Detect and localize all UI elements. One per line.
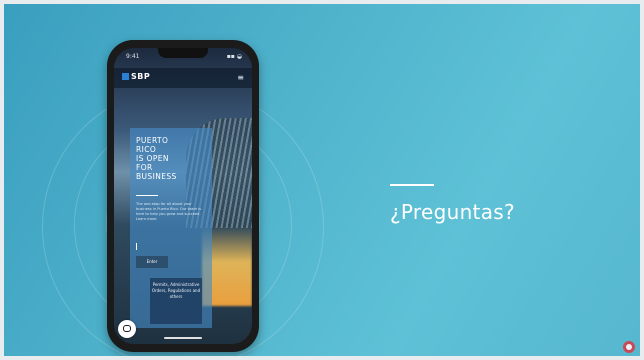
hero-description: The one-stop for all about your business…: [136, 202, 201, 221]
enter-button[interactable]: Enter: [136, 256, 168, 268]
hero-headline: PUERTO RICO IS OPEN FOR BUSINESS: [136, 136, 177, 181]
chat-bubble-icon[interactable]: [118, 320, 136, 338]
home-indicator: [164, 337, 202, 339]
phone-screen: 9:41 ▪▪ ◒ SBP ≡ PUERTO RICO IS OPEN FOR …: [114, 48, 252, 344]
info-box[interactable]: Permits, Administrative Orders, Regulati…: [150, 278, 202, 324]
slide-title: ¿Preguntas?: [390, 200, 515, 224]
text-cursor: [136, 243, 137, 250]
status-bar: 9:41 ▪▪ ◒: [114, 48, 252, 66]
hero-divider: [136, 195, 158, 196]
site-navbar: SBP ≡: [114, 68, 252, 88]
brand-logo[interactable]: SBP: [122, 72, 150, 81]
brand-name: SBP: [131, 72, 151, 81]
signal-indicator: ▪▪ ◒: [226, 53, 242, 60]
brand-logo-icon: [122, 73, 129, 80]
status-time: 9:41: [126, 53, 140, 60]
phone-notch: [158, 48, 208, 58]
slide-frame: 9:41 ▪▪ ◒ SBP ≡ PUERTO RICO IS OPEN FOR …: [4, 4, 640, 356]
hero-panel: PUERTO RICO IS OPEN FOR BUSINESS The one…: [130, 128, 212, 328]
corner-logo-icon: [623, 341, 635, 353]
hamburger-menu-icon[interactable]: ≡: [237, 73, 244, 82]
title-divider: [390, 184, 434, 186]
phone-mockup: 9:41 ▪▪ ◒ SBP ≡ PUERTO RICO IS OPEN FOR …: [107, 40, 259, 352]
